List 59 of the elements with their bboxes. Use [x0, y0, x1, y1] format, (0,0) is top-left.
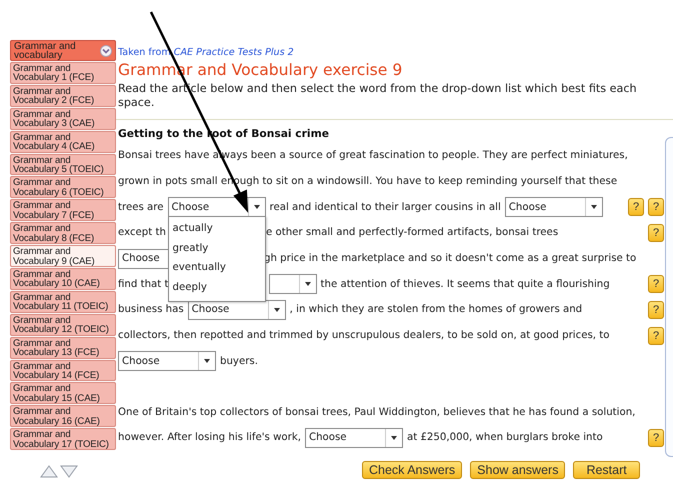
exercise-item[interactable]: Grammar and Vocabulary 6 (TOEIC) [10, 176, 116, 198]
action-button[interactable]: Check Answers [362, 460, 462, 479]
category-header[interactable]: Grammar and vocabulary [10, 40, 116, 61]
hint-button[interactable]: ? [648, 224, 664, 242]
exercise-item[interactable]: Grammar and Vocabulary 9 (CAE) [10, 245, 116, 268]
article-text: except th [118, 227, 166, 238]
answer-dropdown[interactable]: Choose [118, 351, 216, 372]
article-text: One of Britain's top collectors of bonsai trees, Paul Widdington, believes that he has found a solution, [118, 406, 636, 418]
article-text: the attention of thieves. It seems that quite a flourishing [320, 278, 610, 290]
exercise-item[interactable]: Grammar and Vocabulary 13 (FCE) [10, 336, 116, 359]
exercise-item[interactable]: Grammar and Vocabulary 14 (FCE) [10, 360, 116, 382]
exercise-item[interactable]: Grammar and Vocabulary 17 (TOEIC) [10, 428, 116, 450]
article-text: at £250,000, when burglars broke into [406, 432, 603, 444]
answer-dropdown[interactable]: Choose [168, 197, 266, 218]
caret-icon [204, 359, 210, 364]
hint-button[interactable]: ? [648, 198, 664, 216]
scroll-up-icon[interactable] [40, 465, 58, 478]
chevron-down-icon [100, 44, 112, 56]
answer-dropdown[interactable] [268, 274, 316, 294]
hint-button[interactable]: ? [648, 300, 664, 319]
article-text: collectors, then repotted and trimmed by unscrupulous dealers, to be sold on, at good prices, to [118, 330, 610, 342]
exercise-item[interactable]: Grammar and Vocabulary 7 (FCE) [10, 199, 116, 222]
hint-button[interactable]: ? [648, 428, 664, 447]
exercise-item[interactable]: Grammar and Vocabulary 10 (CAE) [10, 268, 116, 290]
answer-dropdown[interactable]: Choose [304, 428, 403, 448]
dropdown-option[interactable]: actually [168, 219, 265, 239]
hint-button[interactable]: ? [628, 198, 644, 216]
exercise-item[interactable]: Grammar and Vocabulary 15 (CAE) [10, 382, 116, 404]
caret-icon [390, 436, 397, 440]
article-text: find that t [118, 278, 168, 290]
exercise-item[interactable]: Grammar and Vocabulary 8 (FCE) [10, 222, 116, 244]
category-label: Grammar and vocabulary [14, 42, 77, 60]
exercise-item[interactable]: Grammar and Vocabulary 4 (CAE) [10, 130, 116, 153]
action-button[interactable]: Show answers [470, 460, 566, 479]
source-note: Taken from CAE Practice Tests Plus 2 [118, 47, 295, 58]
article-text: buyers. [220, 356, 258, 367]
exercise-item[interactable]: Grammar and Vocabulary 2 (FCE) [10, 84, 116, 107]
caret-icon [304, 282, 310, 286]
article-text: , in which they are stolen from the homes of growers and [290, 304, 582, 316]
exercise-item[interactable]: Grammar and Vocabulary 16 (CAE) [10, 405, 116, 428]
article-text: e other small and perfectly-formed artifacts, bonsai trees [266, 227, 558, 238]
exercise-item[interactable]: Grammar and Vocabulary 12 (TOEIC) [10, 314, 116, 336]
caret-icon [254, 205, 260, 210]
article-text: business has [118, 304, 184, 316]
answer-dropdown[interactable]: Choose [504, 197, 603, 218]
exercise-item[interactable]: Grammar and Vocabulary 3 (CAE) [10, 108, 116, 130]
hint-button[interactable]: ? [648, 275, 664, 294]
dropdown-option[interactable]: deeply [168, 278, 265, 298]
exercise-item[interactable]: Grammar and Vocabulary 5 (TOEIC) [10, 154, 116, 176]
hint-button[interactable]: ? [648, 326, 664, 345]
scroll-down-icon[interactable] [60, 465, 78, 478]
caret-icon [274, 308, 280, 312]
exercise-item[interactable]: Grammar and Vocabulary 11 (TOEIC) [10, 290, 116, 313]
exercise-item[interactable]: Grammar and Vocabulary 1 (FCE) [10, 62, 116, 84]
caret-icon [590, 205, 597, 210]
article-text: trees are [118, 202, 164, 213]
article-text: real and identical to their larger cousins in all [270, 202, 501, 213]
action-button[interactable]: Restart [573, 460, 640, 479]
article-text: however. After losing his life's work, [118, 432, 301, 444]
